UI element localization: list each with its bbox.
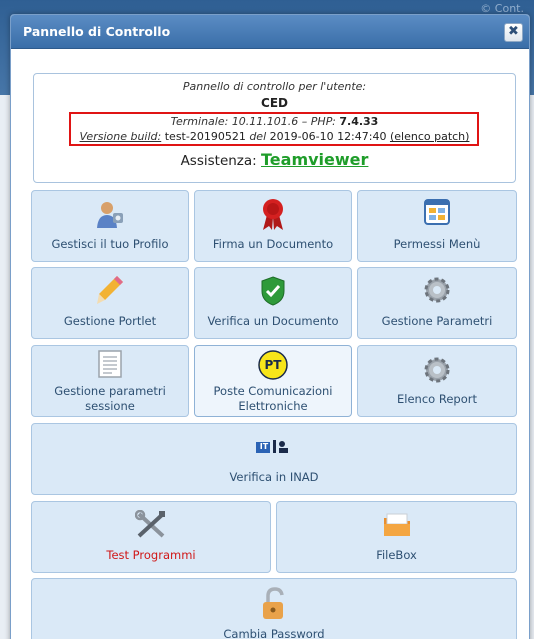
gear-icon <box>424 277 450 303</box>
build-line: Versione build: test-20190521 del 2019-0… <box>34 130 515 143</box>
tile-label: Cambia Password <box>223 627 325 639</box>
terminal-value: 10.11.101.6 <box>231 115 299 128</box>
dialog-title: Pannello di Controllo <box>23 24 171 39</box>
tile-label: Gestione parametri sessione <box>54 384 166 413</box>
tile-poste-comunicazioni[interactable]: PT Poste Comunicazioni Elettroniche <box>194 345 352 417</box>
tile-gestione-portlet[interactable]: Gestione Portlet <box>31 267 189 339</box>
tile-label: Gestisci il tuo Profilo <box>51 237 169 251</box>
tile-label: Firma un Documento <box>212 237 334 251</box>
tile-label: Elenco Report <box>397 392 477 406</box>
build-date: 2019-06-10 12:47:40 <box>269 130 387 143</box>
folder-icon <box>383 513 410 536</box>
document-icon <box>98 350 122 378</box>
user-profile-icon <box>97 202 123 228</box>
tile-gestisci-profilo[interactable]: Gestisci il tuo Profilo <box>31 190 189 262</box>
tile-parametri-sessione[interactable]: Gestione parametri sessione <box>31 345 189 417</box>
tile-gestione-parametri[interactable]: Gestione Parametri <box>357 267 517 339</box>
shield-check-icon <box>261 276 285 306</box>
build-value: test-20190521 <box>164 130 246 143</box>
tile-cambia-password[interactable]: Cambia Password <box>31 578 517 639</box>
tile-label: Verifica un Documento <box>207 314 339 328</box>
tile-label: Test Programmi <box>106 548 196 562</box>
menu-window-icon <box>424 199 450 225</box>
tile-permessi-menu[interactable]: Permessi Menù <box>357 190 517 262</box>
teamviewer-link[interactable]: Teamviewer <box>261 150 368 169</box>
ribbon-seal-icon <box>263 199 283 230</box>
terminal-line: Terminale: 10.11.101.6 – PHP: 7.4.33 <box>34 115 515 128</box>
php-value: 7.4.33 <box>339 115 379 128</box>
close-icon: ✖ <box>508 24 519 39</box>
tile-firma-documento[interactable]: Firma un Documento <box>194 190 352 262</box>
background-left <box>0 95 10 639</box>
tile-verifica-documento[interactable]: Verifica un Documento <box>194 267 352 339</box>
tools-icon <box>135 510 165 538</box>
assist-label: Assistenza: <box>180 153 257 169</box>
user-name: CED <box>261 96 288 110</box>
assistance-line: Assistenza: Teamviewer <box>34 150 515 169</box>
user-info-box: Pannello di controllo per l'utente: CED … <box>33 73 516 183</box>
tile-filebox[interactable]: FileBox <box>276 501 517 573</box>
tile-label: Gestione Parametri <box>381 314 493 328</box>
tile-label: Permessi Menù <box>393 237 481 251</box>
tile-label: Verifica in INAD <box>229 470 319 484</box>
tile-elenco-report[interactable]: Elenco Report <box>357 345 517 417</box>
build-label: Versione build: <box>79 130 162 143</box>
inad-badge-text: IT <box>259 442 269 451</box>
padlock-icon <box>263 587 284 619</box>
php-label: PHP: <box>310 115 336 128</box>
info-caption: Pannello di controllo per l'utente: <box>182 80 367 93</box>
tile-label: FileBox <box>376 548 417 562</box>
pt-badge-text: PT <box>264 358 282 372</box>
separator: – <box>301 115 308 128</box>
tile-label: Gestione Portlet <box>63 314 157 328</box>
patch-list-link[interactable]: (elenco patch) <box>390 130 469 143</box>
control-panel-dialog: Pannello di Controllo ✖ Pannello di cont… <box>10 14 530 639</box>
pencil-icon <box>97 276 123 304</box>
close-button[interactable]: ✖ <box>504 23 523 42</box>
del-label: del <box>249 130 267 143</box>
tile-test-programmi[interactable]: Test Programmi <box>31 501 271 573</box>
gear-icon <box>424 357 450 383</box>
terminal-label: Terminale: <box>170 115 229 128</box>
tile-label: Poste Comunicazioni Elettroniche <box>213 384 333 413</box>
tile-verifica-inad[interactable]: IT Verifica in INAD <box>31 423 517 495</box>
dialog-titlebar[interactable]: Pannello di Controllo ✖ <box>11 15 529 49</box>
